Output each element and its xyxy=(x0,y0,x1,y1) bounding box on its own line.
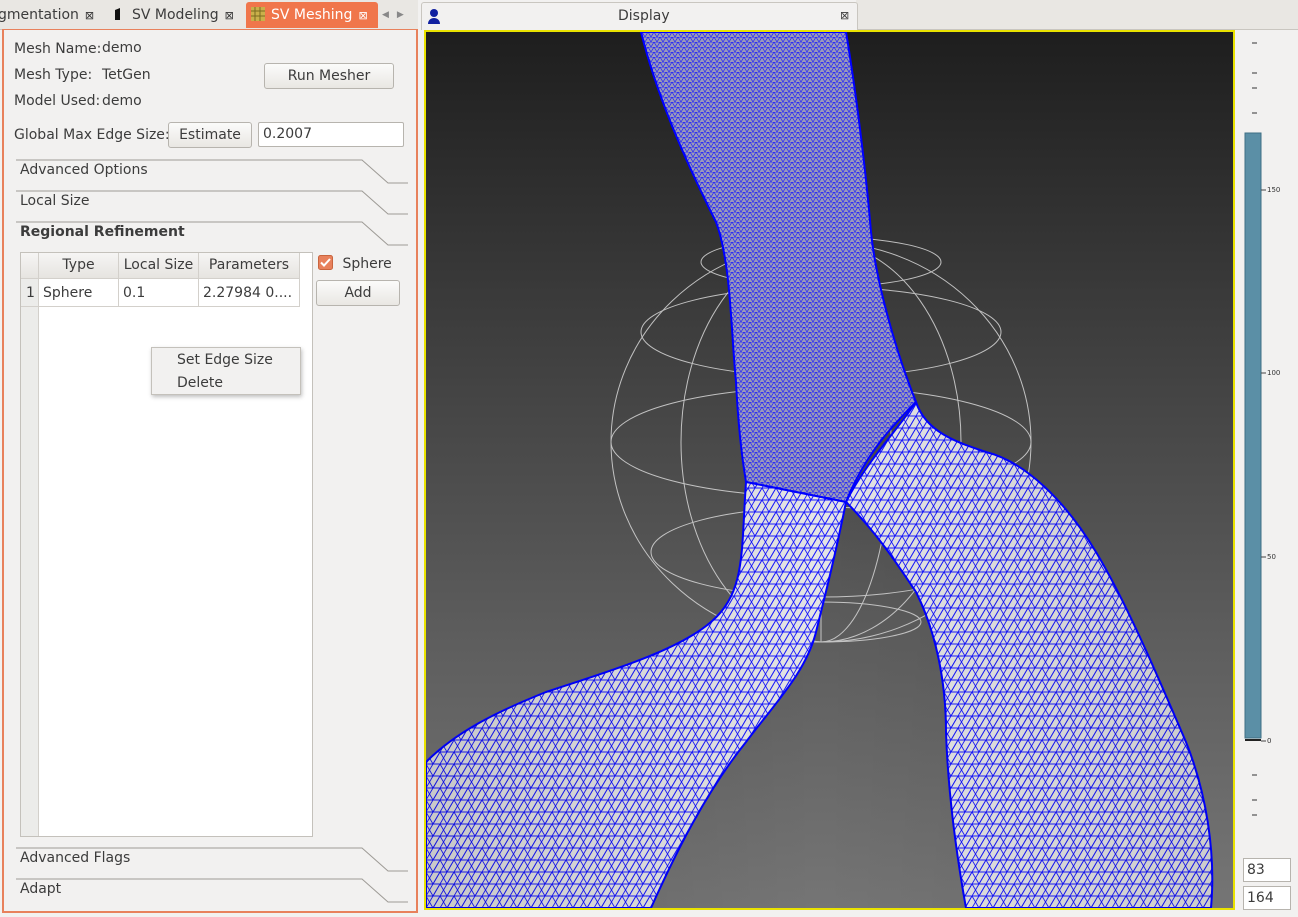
tick-label: 100 xyxy=(1267,369,1280,377)
sphere-checkbox-label: Sphere xyxy=(342,256,392,272)
tick-label: 50 xyxy=(1267,553,1276,561)
cell-parameters[interactable]: 2.27984 0.... xyxy=(199,279,300,307)
section-advanced-options[interactable]: Advanced Options xyxy=(16,159,408,189)
chevron-left-icon[interactable]: ◀ xyxy=(382,10,397,20)
slice-max-input[interactable]: 164 xyxy=(1243,886,1291,910)
tab-display[interactable]: Display ⊠ xyxy=(421,2,858,30)
menu-item-delete[interactable]: Delete xyxy=(177,375,223,391)
column-header-local-size[interactable]: Local Size xyxy=(119,253,199,279)
section-advanced-flags[interactable]: Advanced Flags xyxy=(16,847,408,877)
sphere-checkbox[interactable]: Sphere xyxy=(318,255,392,272)
corner-header xyxy=(21,253,39,279)
tab-scroll-arrows[interactable]: ◀▶ xyxy=(382,2,412,28)
tab-segmentation[interactable]: gmentation ⊠ xyxy=(0,2,94,28)
menu-item-set-edge-size[interactable]: Set Edge Size xyxy=(177,352,273,368)
column-header-parameters[interactable]: Parameters xyxy=(199,253,300,279)
cell-type[interactable]: Sphere xyxy=(39,279,119,307)
slider-track xyxy=(1244,132,1262,739)
tab-sv-modeling[interactable]: SV Modeling ⊠ xyxy=(106,2,234,28)
mesh-render xyxy=(426,32,1214,908)
render-viewport[interactable] xyxy=(424,30,1235,910)
cell-local-size[interactable]: 0.1 xyxy=(119,279,199,307)
display-icon xyxy=(428,9,440,24)
global-max-edge-size-label: Global Max Edge Size: xyxy=(14,127,170,143)
left-tab-bar: gmentation ⊠ SV Modeling ⊠ SV Meshing ⊠ ◀▶ xyxy=(0,0,418,30)
tab-sv-modeling-label: SV Modeling xyxy=(132,7,219,23)
close-icon[interactable]: ⊠ xyxy=(85,9,94,22)
tab-sv-meshing-label: SV Meshing xyxy=(271,7,353,23)
close-icon[interactable]: ⊠ xyxy=(225,9,234,22)
vessel-upper xyxy=(639,32,918,504)
row-index[interactable]: 1 xyxy=(21,279,39,307)
context-menu: Set Edge Size Delete xyxy=(151,347,301,395)
mesh-type-label: Mesh Type: xyxy=(14,67,93,83)
chevron-right-icon[interactable]: ▶ xyxy=(397,10,412,20)
display-title: Display xyxy=(618,8,670,24)
close-icon[interactable]: ⊠ xyxy=(358,9,367,22)
tick-label: 150 xyxy=(1267,186,1280,194)
tick-label: 0 xyxy=(1267,737,1271,745)
run-mesher-button[interactable]: Run Mesher xyxy=(264,63,394,89)
section-divider xyxy=(16,878,408,903)
column-header-type[interactable]: Type xyxy=(39,253,119,279)
section-adapt[interactable]: Adapt xyxy=(16,878,408,908)
estimate-button[interactable]: Estimate xyxy=(168,122,252,148)
adapt-label: Adapt xyxy=(20,881,62,897)
checkbox-checked-icon[interactable] xyxy=(318,255,333,270)
tab-sv-meshing[interactable]: SV Meshing ⊠ xyxy=(246,2,378,28)
add-button[interactable]: Add xyxy=(316,280,400,306)
slice-slider-panel: 150 100 50 0 xyxy=(1236,30,1298,917)
regional-refinement-label: Regional Refinement xyxy=(20,224,185,240)
top-strip xyxy=(856,0,1298,30)
global-max-edge-size-input[interactable]: 0.2007 xyxy=(258,122,404,147)
mesh-name-label: Mesh Name: xyxy=(14,41,102,57)
model-used-value: demo xyxy=(102,93,142,109)
advanced-options-label: Advanced Options xyxy=(20,162,148,178)
mesh-icon xyxy=(251,7,265,21)
slice-slider[interactable]: 150 100 50 0 xyxy=(1236,30,1298,830)
model-used-label: Model Used: xyxy=(14,93,101,109)
row-header-column xyxy=(21,253,39,836)
close-icon[interactable]: ⊠ xyxy=(840,9,849,22)
mesh-type-value: TetGen xyxy=(102,67,151,83)
local-size-label: Local Size xyxy=(20,193,90,209)
refinement-table[interactable]: Type Local Size Parameters 1 Sphere 0.1 … xyxy=(20,252,313,837)
section-regional-refinement[interactable]: Regional Refinement xyxy=(16,221,408,251)
slice-value-input[interactable]: 83 xyxy=(1243,858,1291,882)
tab-segmentation-label: gmentation xyxy=(0,7,79,23)
modeling-icon xyxy=(115,8,120,20)
meshing-panel: Mesh Name: demo Mesh Type: TetGen Run Me… xyxy=(2,29,418,913)
section-local-size[interactable]: Local Size xyxy=(16,190,408,220)
advanced-flags-label: Advanced Flags xyxy=(20,850,131,866)
mesh-name-value: demo xyxy=(102,40,142,56)
